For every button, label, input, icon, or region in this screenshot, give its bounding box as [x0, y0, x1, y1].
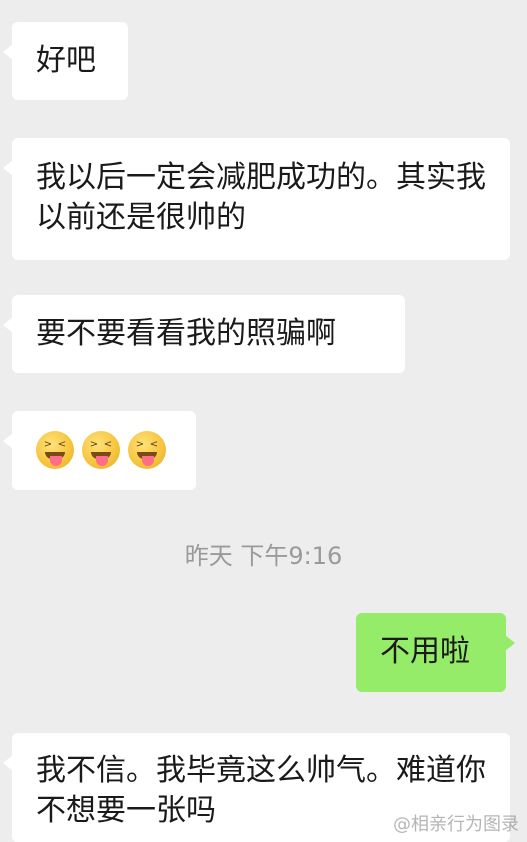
message-bubble-incoming[interactable]: 要不要看看我的照骗啊: [3, 295, 405, 373]
message-text: 好吧: [36, 43, 96, 78]
message-bubble-incoming[interactable]: 好吧: [3, 22, 128, 100]
face-with-tongue-squinting-icon: > <: [36, 431, 74, 469]
message-text: 要不要看看我的照骗啊: [36, 316, 336, 351]
message-text: 不用啦: [380, 634, 470, 669]
message-bubble-incoming[interactable]: > < > < > <: [3, 411, 196, 490]
message-text: 我以后一定会减肥成功的。其实我以前还是很帅的: [36, 160, 486, 235]
chat-timestamp: 昨天 下午9:16: [184, 542, 343, 570]
message-bubble-outgoing[interactable]: 不用啦: [356, 613, 515, 692]
face-with-tongue-squinting-icon: > <: [82, 431, 120, 469]
face-with-tongue-squinting-icon: > <: [128, 431, 166, 469]
emoji-row: > < > < > <: [36, 431, 196, 469]
message-bubble-incoming[interactable]: 我以后一定会减肥成功的。其实我以前还是很帅的: [3, 138, 510, 260]
watermark: @相亲行为图录: [393, 814, 519, 835]
